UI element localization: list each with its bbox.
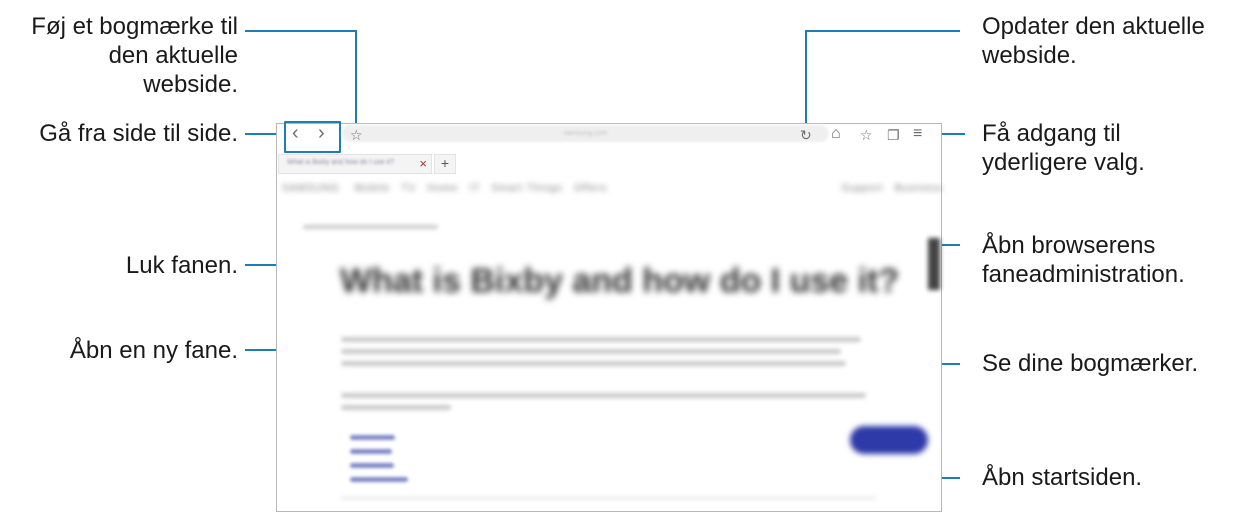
browser-tab[interactable]: What is Bixby and how do I use it? × [278,154,432,174]
primary-action-button[interactable] [850,426,928,454]
callout-close-tab: Luk fanen. [125,252,238,279]
tab-title: What is Bixby and how do I use it? [287,159,394,166]
callout-tab-manager: Åbn browserens faneadministration. [982,232,1185,288]
callout-refresh: Opdater den aktuelle webside. [982,13,1205,69]
paragraph-line [341,349,841,354]
add-bookmark-icon[interactable]: ☆ [350,127,363,143]
paragraph-line [341,393,866,398]
new-tab-button[interactable]: + [434,154,456,174]
callout-home: Åbn startsiden. [982,464,1143,491]
callout-bookmarks: Se dine bogmærker. [982,350,1199,377]
callout-more-options: Få adgang til yderligere valg. [982,120,1145,176]
address-bar[interactable]: samsung.com [342,125,829,142]
link-item[interactable] [350,435,395,440]
link-item[interactable] [350,477,408,482]
link-item[interactable] [350,449,392,454]
side-panel [928,238,940,290]
refresh-icon[interactable]: ↻ [800,127,812,143]
callout-bookmark: Føj et bogmærke til den aktuelle webside… [31,13,238,98]
nav-highlight [284,121,341,153]
callout-navigate: Gå fra side til side. [39,120,238,147]
breadcrumb [303,225,438,229]
menu-icon[interactable]: ≡ [913,126,922,142]
home-icon[interactable]: ⌂ [831,126,841,142]
paragraph-line [341,361,846,366]
link-item[interactable] [350,463,394,468]
paragraph-line [341,405,451,410]
divider [341,497,876,499]
line-refresh [805,30,960,124]
callout-new-tab: Åbn en ny fane. [69,337,238,364]
close-tab-icon[interactable]: × [419,155,427,172]
site-nav: SAMSUNG Mobile TV Home IT Smart Things O… [282,183,944,194]
paragraph-line [341,337,861,342]
line-bookmark [245,30,357,128]
tab-manager-icon[interactable]: ❐ [887,127,900,143]
bookmarks-icon[interactable]: ☆ [860,127,873,143]
page-heading: What is Bixby and how do I use it? [340,262,900,300]
